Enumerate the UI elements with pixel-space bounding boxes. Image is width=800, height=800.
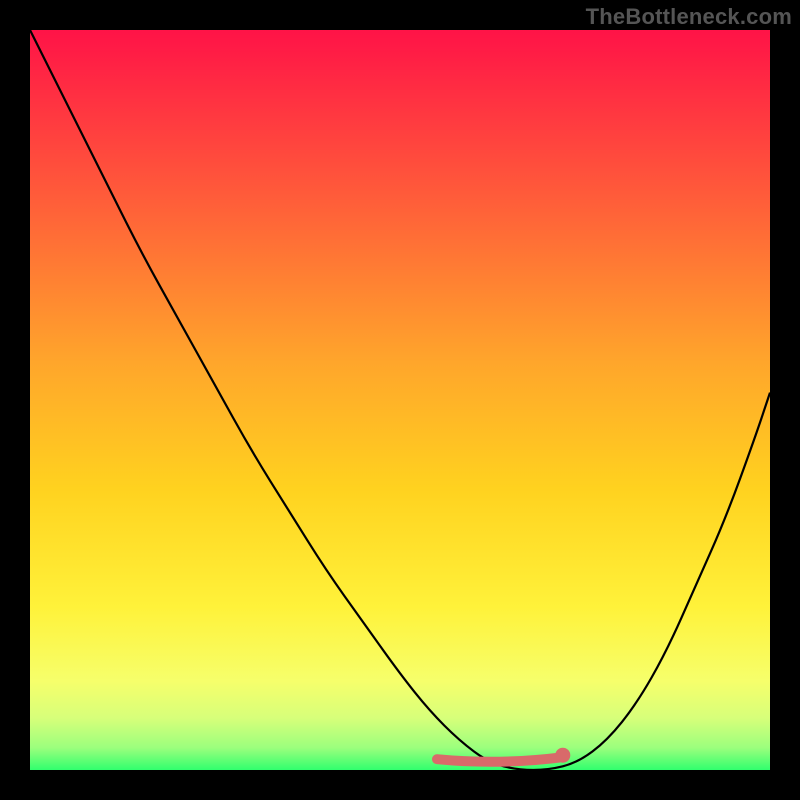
valley-segment — [437, 757, 563, 762]
watermark-text: TheBottleneck.com — [586, 4, 792, 30]
chart-stage: TheBottleneck.com — [0, 0, 800, 800]
bottleneck-curve — [30, 30, 770, 770]
valley-dot — [556, 748, 570, 762]
curve-layer — [30, 30, 770, 770]
plot-area — [30, 30, 770, 770]
